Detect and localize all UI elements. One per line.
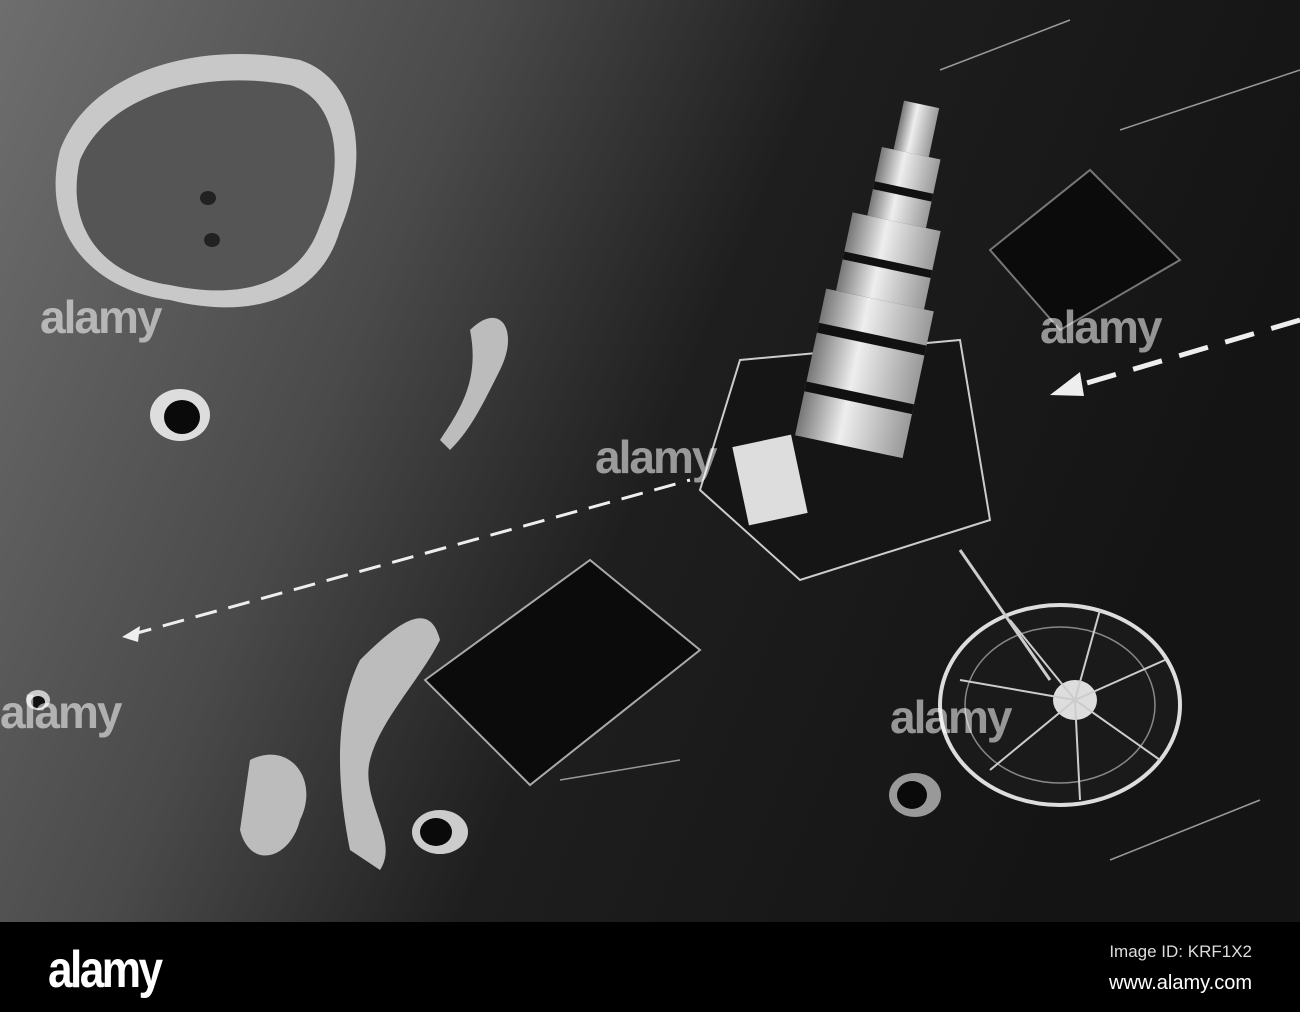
- website-link[interactable]: www.alamy.com: [1109, 972, 1252, 995]
- watermark: alamy: [40, 291, 162, 343]
- watermark: alamy: [890, 691, 1012, 743]
- image-id: Image ID: KRF1X2: [1109, 942, 1252, 961]
- watermark: alamy: [1040, 301, 1162, 353]
- watermark: alamy: [0, 686, 122, 738]
- watermark: alamy: [595, 431, 717, 483]
- footer-bar: alamy Image ID: KRF1X2 www.alamy.com: [0, 922, 1300, 1012]
- alamy-logo[interactable]: alamy: [48, 940, 163, 1000]
